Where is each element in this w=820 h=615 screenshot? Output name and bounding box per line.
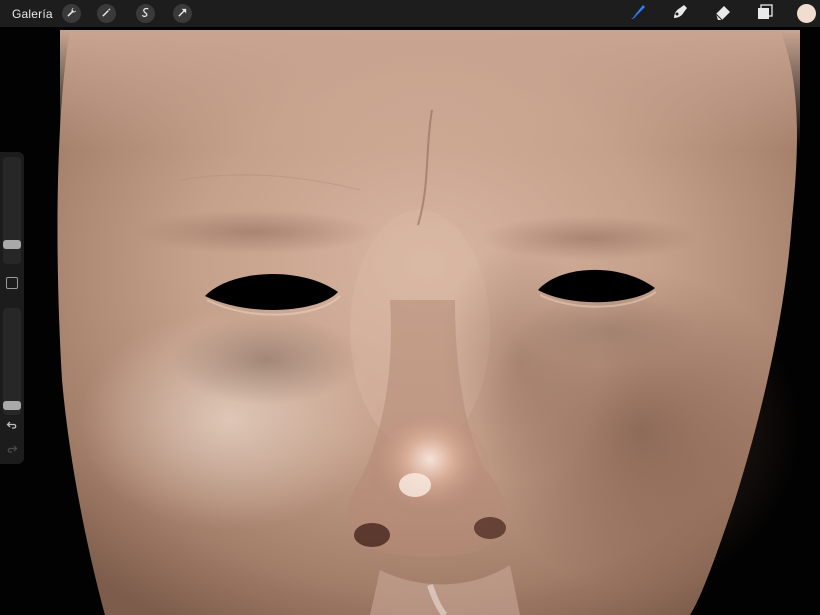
layers-button[interactable] [755, 2, 775, 27]
brush-icon [628, 2, 648, 27]
transform-button[interactable] [173, 4, 192, 23]
modify-button[interactable] [6, 277, 18, 289]
undo-button[interactable] [4, 420, 20, 434]
gallery-button[interactable]: Galería [12, 7, 53, 21]
selection-icon [140, 5, 151, 23]
actions-button[interactable] [62, 4, 81, 23]
wrench-icon [66, 5, 77, 23]
smudge-button[interactable] [670, 4, 690, 24]
redo-icon [6, 442, 18, 460]
brush-size-thumb[interactable] [3, 240, 21, 250]
undo-icon [6, 418, 18, 436]
eraser-icon [713, 2, 733, 27]
redo-button[interactable] [4, 444, 20, 458]
drawing-canvas[interactable] [0, 0, 820, 615]
transform-arrow-icon [177, 5, 188, 23]
procreate-app: Galería [0, 0, 820, 615]
smudge-icon [670, 2, 690, 27]
brush-button[interactable] [628, 4, 648, 24]
face-painting [57, 30, 800, 615]
layers-icon [755, 2, 775, 27]
opacity-slider[interactable] [3, 308, 21, 415]
top-toolbar: Galería [0, 0, 820, 27]
eraser-button[interactable] [713, 4, 733, 24]
color-picker-button[interactable] [797, 4, 816, 23]
adjustments-button[interactable] [97, 4, 116, 23]
magic-wand-icon [101, 5, 112, 23]
selection-button[interactable] [136, 4, 155, 23]
opacity-thumb[interactable] [3, 401, 21, 411]
left-sidebar [0, 152, 24, 464]
